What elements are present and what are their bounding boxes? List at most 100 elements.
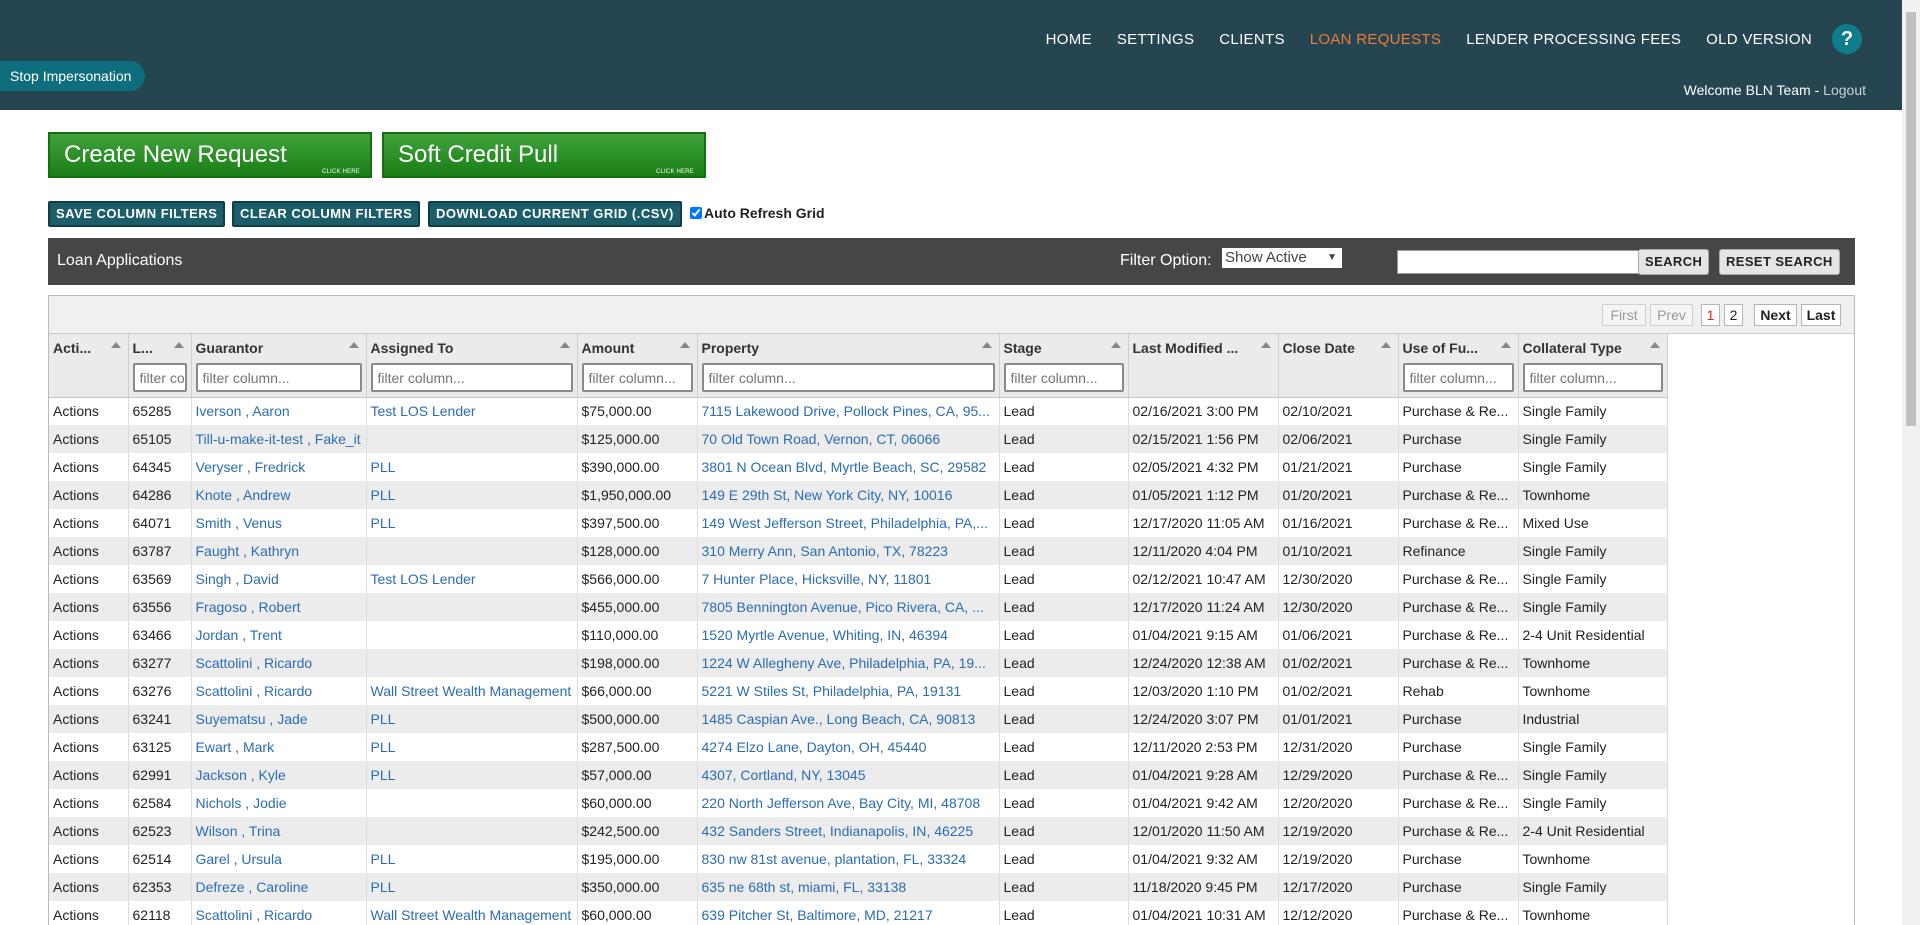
pager-page-2[interactable]: 2 [1724, 304, 1743, 326]
table-cell[interactable]: Actions [49, 621, 129, 649]
table-row[interactable]: Actions 65105 Till-u-make-it-test , Fake_i… [49, 425, 1668, 453]
table-cell[interactable]: 432 Sanders Street, Indianapolis, IN, 46… [697, 817, 1000, 845]
table-cell[interactable]: 3801 N Ocean Blvd, Myrtle Beach, SC, 295… [697, 453, 1000, 481]
table-cell[interactable]: Actions [49, 817, 129, 845]
table-row[interactable]: Actions 63125 Ewart , Mark PLL $287,500.00 42… [49, 733, 1668, 761]
pager-first[interactable]: First [1602, 304, 1646, 326]
page-scrollbar[interactable] [1902, 0, 1920, 925]
nav-settings[interactable]: SETTINGS [1117, 31, 1194, 48]
table-cell[interactable]: Test LOS Lender [366, 565, 578, 593]
table-cell[interactable]: Suyematsu , Jade [191, 705, 367, 733]
table-cell[interactable]: Defreze , Caroline [191, 873, 367, 901]
pager-page-1[interactable]: 1 [1701, 304, 1720, 326]
table-cell[interactable]: Iverson , Aaron [191, 397, 367, 425]
column-header[interactable]: Last Modified ... [1128, 334, 1279, 398]
table-cell[interactable]: Garel , Ursula [191, 845, 367, 873]
nav-clients[interactable]: CLIENTS [1219, 31, 1284, 48]
table-cell[interactable]: Singh , David [191, 565, 367, 593]
download-csv-button[interactable]: DOWNLOAD CURRENT GRID (.CSV) [428, 201, 682, 227]
table-row[interactable]: Actions 62118 Scattolini , Ricardo Wall Str… [49, 901, 1668, 925]
table-cell[interactable]: Actions [49, 425, 129, 453]
table-cell[interactable]: 4307, Cortland, NY, 13045 [697, 761, 1000, 789]
column-filter-input[interactable] [701, 363, 995, 392]
column-filter-input[interactable] [370, 363, 573, 392]
table-cell[interactable]: Scattolini , Ricardo [191, 901, 367, 925]
table-cell[interactable]: Wall Street Wealth Management [366, 677, 578, 705]
scrollbar-thumb[interactable] [1906, 12, 1916, 426]
auto-refresh-checkbox[interactable] [690, 207, 702, 219]
table-cell[interactable]: Wall Street Wealth Management [366, 901, 578, 925]
column-filter-input[interactable] [132, 363, 187, 392]
table-cell[interactable]: Veryser , Fredrick [191, 453, 367, 481]
table-cell[interactable]: Till-u-make-it-test , Fake_it [191, 425, 367, 453]
column-filter-input[interactable] [1003, 363, 1124, 392]
column-header[interactable]: Assigned To [366, 334, 578, 398]
table-cell[interactable]: Actions [49, 733, 129, 761]
table-cell[interactable]: 149 E 29th St, New York City, NY, 10016 [697, 481, 1000, 509]
table-cell[interactable]: Actions [49, 397, 129, 425]
table-cell[interactable]: Actions [49, 481, 129, 509]
search-input[interactable] [1397, 250, 1676, 274]
table-cell[interactable]: PLL [366, 453, 578, 481]
column-filter-input[interactable] [1522, 363, 1663, 392]
table-row[interactable]: Actions 64286 Knote , Andrew PLL $1,950,000.… [49, 481, 1668, 509]
search-button[interactable]: SEARCH [1638, 249, 1710, 275]
sort-icon[interactable] [1380, 342, 1391, 348]
table-cell[interactable]: 310 Merry Ann, San Antonio, TX, 78223 [697, 537, 1000, 565]
table-cell[interactable] [366, 789, 578, 817]
table-cell[interactable]: Test LOS Lender [366, 397, 578, 425]
table-cell[interactable]: 4274 Elzo Lane, Dayton, OH, 45440 [697, 733, 1000, 761]
table-cell[interactable]: Smith , Venus [191, 509, 367, 537]
column-header[interactable]: L... [128, 334, 192, 398]
table-cell[interactable]: Actions [49, 565, 129, 593]
clear-column-filters-button[interactable]: CLEAR COLUMN FILTERS [232, 201, 421, 227]
logout-link[interactable]: Logout [1823, 82, 1866, 98]
sort-icon[interactable] [559, 342, 570, 348]
nav-lender-processing-fees[interactable]: LENDER PROCESSING FEES [1466, 31, 1681, 48]
table-row[interactable]: Actions 63241 Suyematsu , Jade PLL $500,000.… [49, 705, 1668, 733]
column-header[interactable]: Close Date [1278, 334, 1399, 398]
sort-icon[interactable] [348, 342, 359, 348]
table-row[interactable]: Actions 64071 Smith , Venus PLL $397,500.00 1… [49, 509, 1668, 537]
table-row[interactable]: Actions 63569 Singh , David Test LOS Lender… [49, 565, 1668, 593]
table-cell[interactable]: Actions [49, 705, 129, 733]
column-filter-input[interactable] [195, 363, 362, 392]
column-header[interactable]: Use of Fu... [1398, 334, 1519, 398]
stop-impersonation-button[interactable]: Stop Impersonation [0, 61, 146, 91]
column-header[interactable]: Amount [577, 334, 698, 398]
table-cell[interactable]: Wilson , Trina [191, 817, 367, 845]
table-row[interactable]: Actions 64345 Veryser , Fredrick PLL $390,00… [49, 453, 1668, 481]
table-cell[interactable]: Actions [49, 509, 129, 537]
table-cell[interactable]: 7805 Bennington Avenue, Pico Rivera, CA,… [697, 593, 1000, 621]
table-cell[interactable]: 7115 Lakewood Drive, Pollock Pines, CA, … [697, 397, 1000, 425]
table-cell[interactable]: 5221 W Stiles St, Philadelphia, PA, 1913… [697, 677, 1000, 705]
sort-icon[interactable] [110, 342, 121, 348]
sort-icon[interactable] [1500, 342, 1511, 348]
table-cell[interactable]: Jordan , Trent [191, 621, 367, 649]
pager-prev[interactable]: Prev [1650, 304, 1693, 326]
table-cell[interactable]: PLL [366, 733, 578, 761]
sort-icon[interactable] [1110, 342, 1121, 348]
table-cell[interactable]: Actions [49, 873, 129, 901]
table-cell[interactable]: 7 Hunter Place, Hicksville, NY, 11801 [697, 565, 1000, 593]
table-cell[interactable] [366, 593, 578, 621]
table-cell[interactable]: PLL [366, 509, 578, 537]
soft-credit-pull-button[interactable]: Soft Credit Pull CLICK HERE [382, 132, 706, 178]
table-cell[interactable]: 635 ne 68th st, miami, FL, 33138 [697, 873, 1000, 901]
table-cell[interactable]: Actions [49, 845, 129, 873]
table-cell[interactable]: Actions [49, 789, 129, 817]
table-row[interactable]: Actions 62514 Garel , Ursula PLL $195,000.00… [49, 845, 1668, 873]
table-row[interactable]: Actions 63556 Fragoso , Robert $455,000.00 7… [49, 593, 1668, 621]
table-cell[interactable]: 70 Old Town Road, Vernon, CT, 06066 [697, 425, 1000, 453]
table-cell[interactable]: Nichols , Jodie [191, 789, 367, 817]
table-row[interactable]: Actions 62353 Defreze , Caroline PLL $350,00… [49, 873, 1668, 901]
table-cell[interactable]: 1485 Caspian Ave., Long Beach, CA, 90813 [697, 705, 1000, 733]
table-row[interactable]: Actions 62584 Nichols , Jodie $60,000.00 220… [49, 789, 1668, 817]
table-cell[interactable]: Scattolini , Ricardo [191, 649, 367, 677]
table-cell[interactable]: 149 West Jefferson Street, Philadelphia,… [697, 509, 1000, 537]
table-row[interactable]: Actions 62523 Wilson , Trina $242,500.00 432… [49, 817, 1668, 845]
table-row[interactable]: Actions 63277 Scattolini , Ricardo $198,000… [49, 649, 1668, 677]
pager-last[interactable]: Last [1801, 304, 1841, 326]
table-cell[interactable] [366, 537, 578, 565]
table-cell[interactable] [366, 621, 578, 649]
